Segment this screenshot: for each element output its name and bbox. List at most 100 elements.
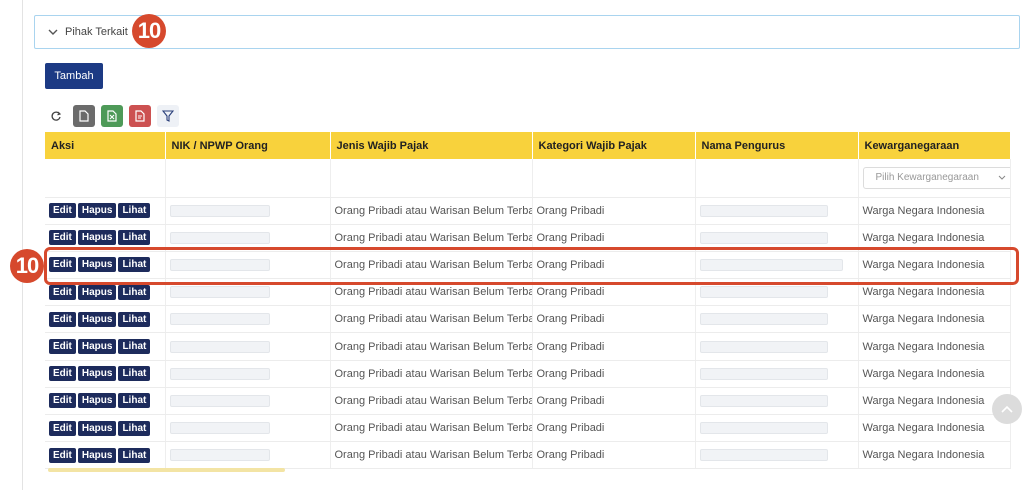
cell-kategori-wajib-pajak: Orang Pribadi [532, 278, 696, 307]
cell-jenis-wajib-pajak: Orang Pribadi atau Warisan Belum Terbagi [330, 441, 533, 470]
chevron-up-icon [1001, 405, 1013, 413]
view-button[interactable]: Lihat [118, 393, 151, 409]
delete-button[interactable]: Hapus [77, 447, 117, 463]
view-button[interactable]: Lihat [118, 447, 151, 463]
delete-button[interactable]: Hapus [77, 393, 117, 409]
accordion-title: Pihak Terkait [65, 26, 128, 38]
cell-jenis-wajib-pajak: Orang Pribadi atau Warisan Belum Terbagi [330, 224, 533, 252]
delete-button[interactable]: Hapus [77, 203, 117, 219]
cell-kewarganegaraan: Warga Negara Indonesia [858, 278, 1011, 307]
view-button[interactable]: Lihat [118, 311, 151, 327]
delete-button[interactable]: Hapus [77, 339, 117, 355]
view-button[interactable]: Lihat [118, 366, 151, 382]
accordion-pihak-terkait[interactable]: Pihak Terkait [34, 15, 1020, 49]
table-row: Edit Hapus Lihat Orang Pribadi atau Warisan… [45, 332, 1011, 361]
cell-aksi: Edit Hapus Lihat [45, 278, 166, 307]
refresh-icon[interactable] [45, 105, 67, 127]
cell-kewarganegaraan: Warga Negara Indonesia [858, 441, 1011, 470]
edit-button[interactable]: Edit [49, 203, 76, 219]
cell-aksi: Edit Hapus Lihat [45, 251, 166, 280]
annotation-badge-top: 10 [132, 14, 166, 48]
header-nama-pengurus[interactable]: Nama Pengurus [695, 132, 859, 159]
cell-kategori-wajib-pajak: Orang Pribadi [532, 251, 696, 280]
header-kewarganegaraan[interactable]: Kewarganegaraan [858, 132, 1011, 159]
cell-nik-npwp [165, 251, 331, 280]
redacted-value [699, 231, 828, 244]
edit-button[interactable]: Edit [49, 420, 76, 436]
cell-nama-pengurus [695, 305, 859, 334]
cell-nama-pengurus [695, 387, 859, 416]
cell-kewarganegaraan: Warga Negara Indonesia [858, 387, 1011, 416]
edit-button[interactable]: Edit [49, 230, 76, 246]
cell-nama-pengurus [695, 197, 859, 225]
pdf-export-icon[interactable] [129, 105, 151, 127]
cell-kategori-wajib-pajak: Orang Pribadi [532, 414, 696, 443]
cell-kategori-wajib-pajak: Orang Pribadi [532, 441, 696, 470]
delete-button[interactable]: Hapus [77, 311, 117, 327]
redacted-value [169, 313, 270, 326]
cell-kategori-wajib-pajak: Orang Pribadi [532, 332, 696, 361]
view-button[interactable]: Lihat [118, 203, 151, 219]
cell-nik-npwp [165, 387, 331, 416]
view-button[interactable]: Lihat [118, 284, 151, 300]
delete-button[interactable]: Hapus [77, 366, 117, 382]
delete-button[interactable]: Hapus [77, 420, 117, 436]
table-toolbar [45, 105, 179, 127]
table-row: Edit Hapus Lihat Orang Pribadi atau Warisan… [45, 305, 1011, 334]
edit-button[interactable]: Edit [49, 393, 76, 409]
cell-kewarganegaraan: Warga Negara Indonesia [858, 414, 1011, 443]
add-button[interactable]: Tambah [45, 63, 103, 89]
cell-jenis-wajib-pajak: Orang Pribadi atau Warisan Belum Terbagi [330, 360, 533, 388]
view-button[interactable]: Lihat [118, 420, 151, 436]
scroll-to-top-button[interactable] [992, 394, 1022, 424]
view-button[interactable]: Lihat [118, 257, 151, 273]
redacted-value [699, 422, 828, 435]
cell-kategori-wajib-pajak: Orang Pribadi [532, 387, 696, 416]
redacted-value [169, 286, 270, 299]
redacted-value [169, 204, 270, 217]
delete-button[interactable]: Hapus [77, 257, 117, 273]
header-aksi: Aksi [45, 132, 166, 159]
edit-button[interactable]: Edit [49, 339, 76, 355]
header-kategori-wajib-pajak[interactable]: Kategori Wajib Pajak [532, 132, 696, 159]
redacted-value [699, 367, 828, 380]
cell-nik-npwp [165, 441, 331, 470]
edit-button[interactable]: Edit [49, 257, 76, 273]
edit-button[interactable]: Edit [49, 284, 76, 300]
cell-nik-npwp [165, 224, 331, 252]
cell-kewarganegaraan: Warga Negara Indonesia [858, 360, 1011, 388]
table-row: Edit Hapus Lihat Orang Pribadi atau Warisan… [45, 441, 1011, 470]
cell-jenis-wajib-pajak: Orang Pribadi atau Warisan Belum Terbagi [330, 414, 533, 443]
excel-export-icon[interactable] [101, 105, 123, 127]
cell-nik-npwp [165, 197, 331, 225]
header-nik-npwp[interactable]: NIK / NPWP Orang [165, 132, 331, 159]
cell-nama-pengurus [695, 332, 859, 361]
cell-jenis-wajib-pajak: Orang Pribadi atau Warisan Belum Terbagi [330, 305, 533, 334]
table-row: Edit Hapus Lihat Orang Pribadi atau Warisan… [45, 360, 1011, 388]
chevron-down-icon [48, 29, 58, 35]
horizontal-scrollbar[interactable] [48, 468, 285, 472]
edit-button[interactable]: Edit [49, 447, 76, 463]
redacted-value [699, 313, 828, 326]
cell-nik-npwp [165, 278, 331, 307]
delete-button[interactable]: Hapus [77, 230, 117, 246]
file-icon[interactable] [73, 105, 95, 127]
cell-nama-pengurus [695, 360, 859, 388]
view-button[interactable]: Lihat [118, 339, 151, 355]
delete-button[interactable]: Hapus [77, 284, 117, 300]
redacted-value [169, 422, 270, 435]
cell-kategori-wajib-pajak: Orang Pribadi [532, 197, 696, 225]
edit-button[interactable]: Edit [49, 366, 76, 382]
cell-kewarganegaraan: Warga Negara Indonesia [858, 251, 1011, 280]
redacted-value [169, 231, 270, 244]
edit-button[interactable]: Edit [49, 311, 76, 327]
cell-nama-pengurus [695, 441, 859, 470]
header-jenis-wajib-pajak[interactable]: Jenis Wajib Pajak [330, 132, 533, 159]
filter-icon[interactable] [157, 105, 179, 127]
chevron-down-icon [998, 175, 1005, 180]
table-row: Edit Hapus Lihat Orang Pribadi atau Warisan… [45, 251, 1011, 280]
view-button[interactable]: Lihat [118, 230, 151, 246]
kewarganegaraan-filter-select[interactable]: Pilih Kewarganegaraan [862, 166, 1009, 189]
table-row: Edit Hapus Lihat Orang Pribadi atau Warisan… [45, 278, 1011, 307]
redacted-value [169, 340, 270, 353]
